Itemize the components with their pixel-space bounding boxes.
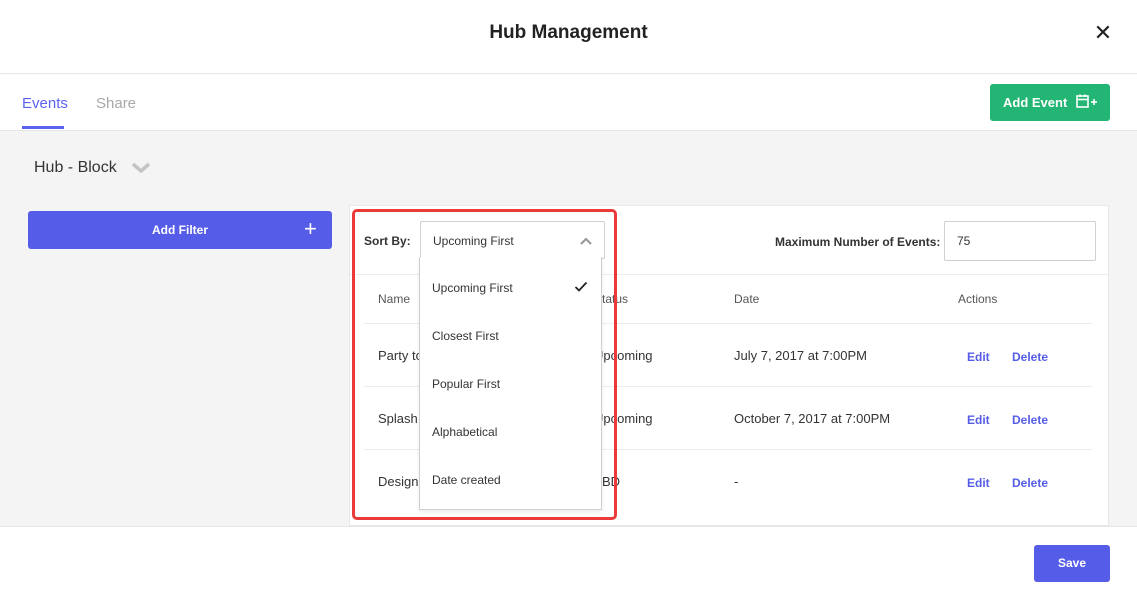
event-name: Party to xyxy=(378,348,423,363)
chevron-down-icon[interactable] xyxy=(131,162,151,174)
add-filter-label: Add Filter xyxy=(152,223,208,237)
max-events-input[interactable] xyxy=(944,221,1096,261)
edit-link[interactable]: Edit xyxy=(967,350,990,364)
delete-link[interactable]: Delete xyxy=(1012,476,1048,490)
sort-option-alphabetical[interactable]: Alphabetical xyxy=(432,425,497,439)
column-header-actions: Actions xyxy=(958,292,998,306)
chevron-up-icon xyxy=(580,237,592,245)
edit-link[interactable]: Edit xyxy=(967,476,990,490)
sort-option-upcoming-first[interactable]: Upcoming First xyxy=(432,281,513,295)
delete-link[interactable]: Delete xyxy=(1012,350,1048,364)
close-icon[interactable]: ✕ xyxy=(1092,22,1114,44)
add-event-button[interactable]: Add Event xyxy=(990,84,1110,121)
event-date: - xyxy=(734,474,739,489)
sort-option-closest-first[interactable]: Closest First xyxy=(432,329,499,343)
add-event-label: Add Event xyxy=(1003,95,1068,110)
event-status: Upcoming xyxy=(594,348,653,363)
column-header-date: Date xyxy=(734,292,760,306)
page-title: Hub Management xyxy=(489,22,648,43)
tab-share[interactable]: Share xyxy=(96,95,136,112)
plus-icon: + xyxy=(304,216,317,241)
sort-by-label: Sort By: xyxy=(364,234,411,248)
event-date: October 7, 2017 at 7:00PM xyxy=(734,411,891,426)
checkmark-icon xyxy=(574,281,588,292)
event-name: Designi xyxy=(378,474,422,489)
tab-events[interactable]: Events xyxy=(22,95,68,112)
calendar-plus-icon xyxy=(1076,94,1097,108)
tab-bar: Events Share Add Event xyxy=(0,74,1137,131)
sort-dropdown-menu: Upcoming First Closest First Popular Fir… xyxy=(419,257,602,510)
event-date: July 7, 2017 at 7:00PM xyxy=(734,348,867,363)
sort-option-date-created[interactable]: Date created xyxy=(432,473,501,487)
column-header-name: Name xyxy=(378,292,411,306)
delete-link[interactable]: Delete xyxy=(1012,413,1048,427)
sort-selected-value: Upcoming First xyxy=(433,234,514,248)
active-tab-indicator xyxy=(22,126,64,129)
modal-header: Hub Management ✕ xyxy=(0,0,1137,74)
hub-selector[interactable]: Hub - Block xyxy=(34,159,117,177)
save-button[interactable]: Save xyxy=(1034,545,1110,582)
modal-footer: Save xyxy=(0,526,1137,591)
edit-link[interactable]: Edit xyxy=(967,413,990,427)
add-filter-button[interactable]: Add Filter + xyxy=(28,211,332,249)
sort-option-popular-first[interactable]: Popular First xyxy=(432,377,500,391)
event-status: Upcoming xyxy=(594,411,653,426)
sort-select[interactable]: Upcoming First xyxy=(420,221,605,259)
max-events-label: Maximum Number of Events: xyxy=(775,235,941,249)
